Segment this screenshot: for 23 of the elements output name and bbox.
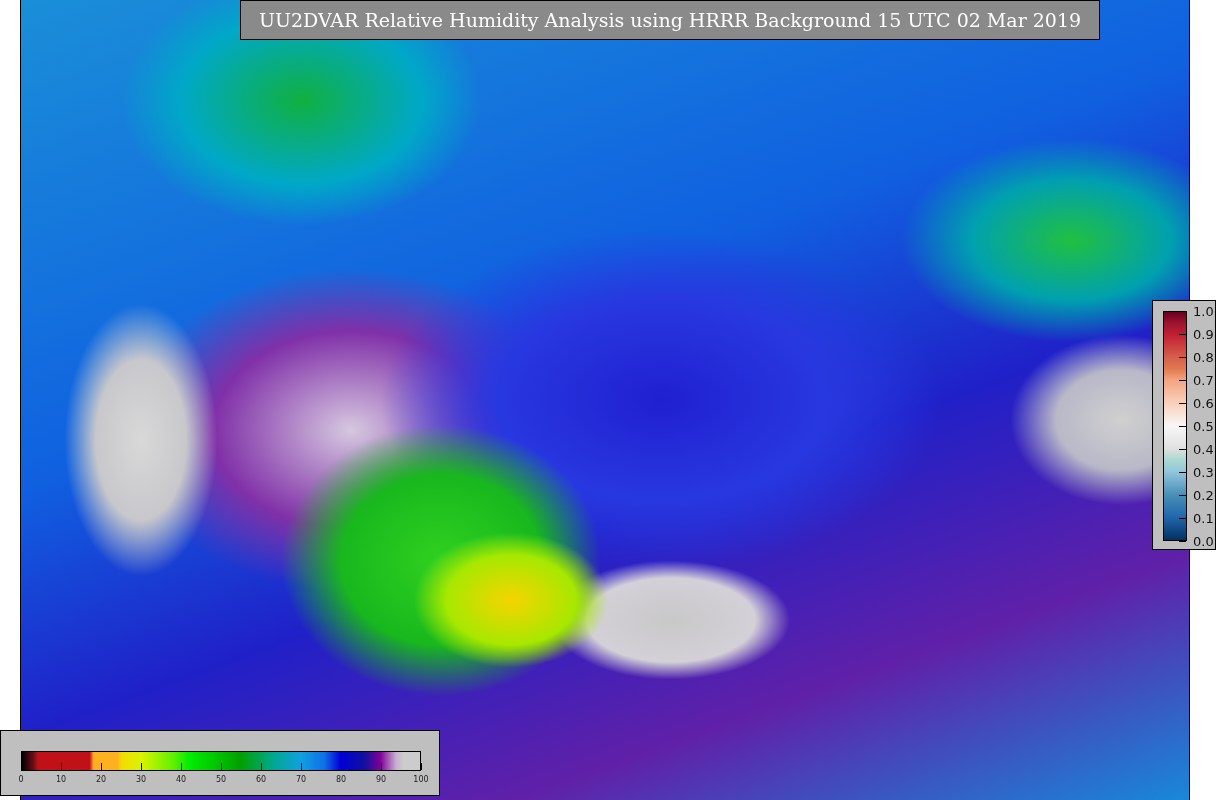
tick-label: 0.2 [1193,488,1214,502]
tick-label: 80 [335,776,347,784]
tick-label: 0.6 [1193,396,1214,410]
tick-label: 70 [295,776,307,784]
tick-label: 30 [135,776,147,784]
tick-label: 10 [55,776,67,784]
tick-label: 100 [413,776,429,784]
tick-label: 0.8 [1193,350,1214,364]
tick-label: 0.0 [1193,534,1214,548]
tick-label: 40 [175,776,187,784]
tick-label: 90 [375,776,387,784]
tick-label: 50 [215,776,227,784]
tick-label: 0.5 [1193,419,1214,433]
tick-label: 1.0 [1193,304,1214,318]
tick-label: 0.4 [1193,442,1214,456]
tick-label: 60 [255,776,267,784]
tick-label: 0.9 [1193,327,1214,341]
tick-label: 20 [95,776,107,784]
tick-label: 0 [18,776,24,784]
tick-label: 0.7 [1193,373,1214,387]
tick-label: 0.1 [1193,511,1214,525]
map-title: UU2DVAR Relative Humidity Analysis using HRRR Background 15 UTC 02 Mar 2019 [240,0,1100,40]
tick-label: 0.3 [1193,465,1214,479]
